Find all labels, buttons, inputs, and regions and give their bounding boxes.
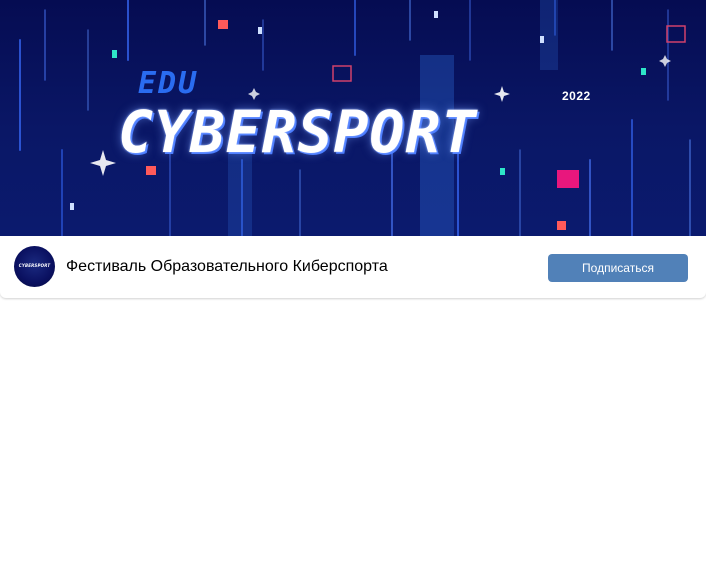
community-widget: EDU CYBERSPORT 2022 CYBERSPORT Фестиваль… — [0, 0, 706, 298]
square-cyan — [112, 50, 117, 58]
outline-square — [666, 25, 686, 43]
square-red — [146, 166, 156, 175]
square-cyan — [641, 68, 646, 75]
square-white — [70, 203, 74, 210]
group-info-bar: CYBERSPORT Фестиваль Образовательного Ки… — [0, 236, 706, 298]
square-cyan — [500, 168, 505, 175]
square-red — [557, 221, 566, 230]
brand-year-text: 2022 — [562, 89, 591, 103]
avatar[interactable]: CYBERSPORT — [14, 246, 55, 287]
avatar-logo-text: CYBERSPORT — [18, 263, 51, 268]
subscribe-button[interactable]: Подписаться — [548, 254, 688, 282]
square-pink — [557, 170, 579, 188]
square-red — [218, 20, 228, 29]
cover-banner[interactable]: EDU CYBERSPORT 2022 — [0, 0, 706, 236]
brand-title-text: CYBERSPORT — [118, 98, 478, 166]
square-white — [540, 36, 544, 43]
outline-square — [332, 65, 352, 82]
square-white — [258, 27, 262, 34]
brand-edu-text: EDU — [138, 66, 199, 101]
group-name[interactable]: Фестиваль Образовательного Киберспорта — [66, 258, 388, 276]
beam — [540, 0, 558, 70]
square-white — [434, 11, 438, 18]
